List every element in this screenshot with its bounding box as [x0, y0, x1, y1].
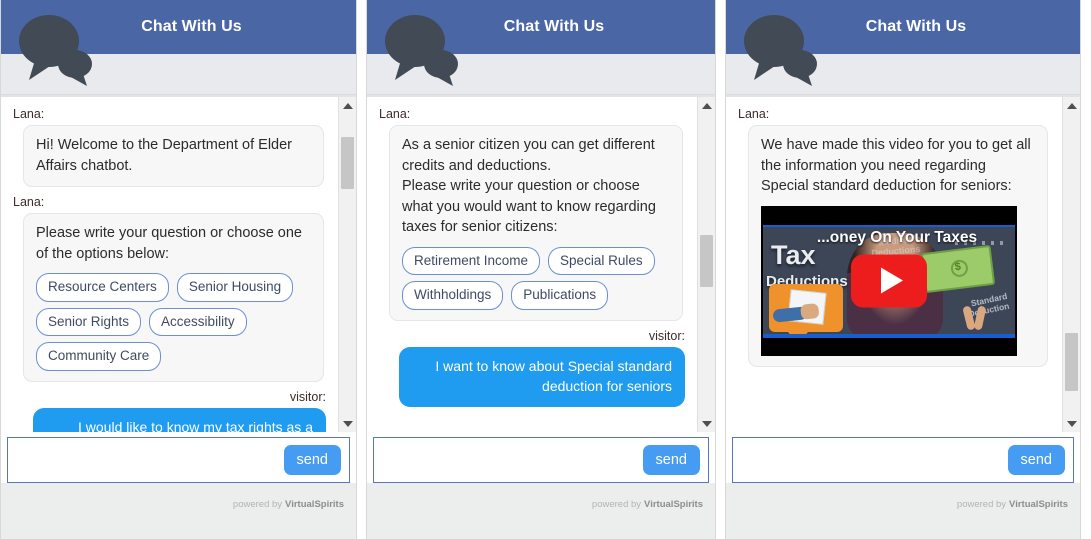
scrollbar-thumb[interactable]	[700, 235, 713, 287]
sender-label: Lana:	[379, 107, 411, 121]
scroll-down-icon[interactable]	[698, 416, 715, 431]
brand-name: VirtualSpirits	[644, 499, 703, 510]
chat-scrollbar[interactable]	[338, 97, 356, 432]
video-signing-icon	[769, 283, 843, 338]
play-button-icon[interactable]	[851, 254, 927, 308]
bot-message-text: Please write your question or choose one…	[36, 225, 302, 262]
chat-transcript-3: Lana: We have made this video for you to…	[726, 95, 1080, 432]
message-composer: send	[1, 432, 356, 483]
video-word-tax: Tax	[771, 239, 816, 270]
send-button[interactable]: send	[1007, 445, 1065, 475]
speech-bubbles-icon	[744, 15, 817, 86]
chat-widget-3: Chat With Us Lana: We have made this vid…	[725, 0, 1081, 539]
bot-message-text: We have made this video for you to get a…	[761, 137, 1031, 195]
page-title: Chat With Us	[141, 18, 242, 35]
sender-label: Lana:	[738, 107, 770, 121]
scroll-down-icon[interactable]	[339, 416, 356, 431]
message-input[interactable]	[374, 438, 636, 482]
messages-list: Lana: We have made this video for you to…	[726, 97, 1062, 432]
option-withholdings[interactable]: Withholdings	[402, 281, 504, 310]
bot-message-bubble: Please write your question or choose one…	[23, 213, 324, 382]
sender-label: visitor:	[648, 328, 685, 343]
composer-box: send	[7, 437, 350, 483]
message-composer: send	[726, 432, 1080, 483]
video-player[interactable]: Medical Deductions $ ...oney On Your Tax…	[761, 205, 1017, 356]
messages-list: Lana: As a senior citizen you can get di…	[367, 97, 697, 432]
option-retirement-income[interactable]: Retirement Income	[402, 246, 541, 276]
message-composer: send	[367, 432, 715, 483]
video-bottom-border	[763, 333, 1015, 338]
chat-widget-2: Chat With Us Lana: As a senior citizen y…	[366, 0, 716, 539]
visitor-message-bubble: I would like to know my tax rights as a …	[33, 407, 326, 432]
widget-footer: powered by VirtualSpirits	[726, 483, 1080, 539]
bot-message-text: As a senior citizen you can get differen…	[402, 137, 656, 236]
option-senior-rights[interactable]: Senior Rights	[36, 307, 142, 337]
composer-box: send	[373, 437, 709, 483]
widget-header: Chat With Us	[726, 0, 1080, 95]
option-resource-centers[interactable]: Resource Centers	[36, 273, 169, 302]
chatbot-screenshot: Chat With Us Lana: Hi! Welcome to the De…	[0, 0, 1091, 539]
chat-widget-1: Chat With Us Lana: Hi! Welcome to the De…	[0, 0, 357, 539]
sender-label: visitor:	[289, 389, 326, 404]
scroll-up-icon[interactable]	[1063, 98, 1080, 113]
page-title: Chat With Us	[865, 18, 967, 35]
scroll-down-icon[interactable]	[1063, 416, 1080, 431]
option-community-care[interactable]: Community Care	[36, 342, 162, 371]
bot-message-bubble: As a senior citizen you can get differen…	[389, 125, 683, 321]
powered-by-label: powered by	[591, 499, 642, 510]
powered-by-label: powered by	[232, 499, 283, 510]
composer-box: send	[732, 437, 1074, 483]
chat-transcript-1: Lana: Hi! Welcome to the Department of E…	[1, 95, 356, 432]
chat-scrollbar[interactable]	[697, 97, 715, 432]
widget-header: Chat With Us	[367, 0, 715, 95]
send-button[interactable]: send	[642, 445, 700, 475]
messages-list: Lana: Hi! Welcome to the Department of E…	[1, 97, 338, 432]
widget-footer: powered by VirtualSpirits	[367, 483, 715, 539]
speech-bubbles-icon	[19, 15, 92, 86]
brand-name: VirtualSpirits	[285, 499, 344, 510]
speech-bubbles-icon	[385, 15, 458, 86]
video-peace-sign	[965, 306, 987, 336]
message-input[interactable]	[733, 438, 1001, 482]
powered-by-label: powered by	[956, 499, 1007, 510]
dollar-sign: $	[954, 260, 962, 274]
page-title: Chat With Us	[503, 18, 605, 35]
bot-message-bubble: We have made this video for you to get a…	[748, 125, 1048, 367]
video-dollar-bill: $	[920, 244, 996, 293]
option-accessibility[interactable]: Accessibility	[149, 307, 247, 337]
option-publications[interactable]: Publications	[511, 281, 609, 310]
chat-scrollbar[interactable]	[1062, 97, 1080, 432]
option-senior-housing[interactable]: Senior Housing	[176, 273, 294, 302]
quick-reply-options: Retirement Income Special Rules Withhold…	[402, 246, 670, 310]
sender-label: Lana:	[13, 107, 45, 121]
widget-header: Chat With Us	[1, 0, 356, 95]
scrollbar-thumb[interactable]	[1065, 333, 1078, 391]
message-input[interactable]	[8, 438, 277, 482]
sender-label: Lana:	[13, 195, 45, 210]
chat-transcript-2: Lana: As a senior citizen you can get di…	[367, 95, 715, 432]
widget-footer: powered by VirtualSpirits	[1, 483, 356, 539]
scrollbar-thumb[interactable]	[341, 137, 354, 189]
quick-reply-options: Resource Centers Senior Housing Senior R…	[36, 273, 311, 371]
scroll-up-icon[interactable]	[339, 98, 356, 113]
scroll-up-icon[interactable]	[698, 98, 715, 113]
send-button[interactable]: send	[283, 445, 341, 475]
visitor-message-bubble: I want to know about Special standard de…	[399, 346, 685, 407]
option-special-rules[interactable]: Special Rules	[548, 246, 655, 276]
brand-name: VirtualSpirits	[1009, 499, 1068, 510]
bot-message-bubble: Hi! Welcome to the Department of Elder A…	[23, 125, 324, 188]
